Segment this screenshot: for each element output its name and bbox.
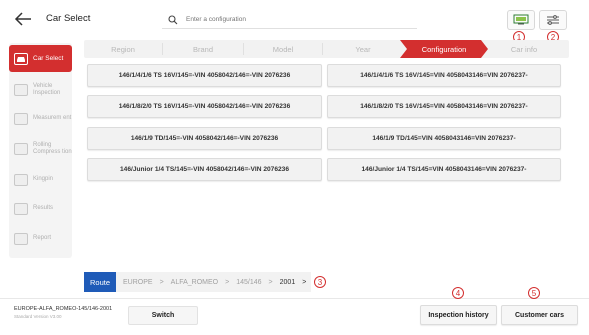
- report-icon: [14, 232, 28, 245]
- breadcrumb-separator: >: [159, 278, 164, 286]
- breadcrumb-item-region[interactable]: EUROPE: [123, 279, 153, 286]
- version-text: Standard Version V3.00: [14, 314, 62, 319]
- sidebar-item-rolling-compression[interactable]: Rolling Compress tion: [9, 135, 72, 162]
- callout-5: 5: [528, 287, 540, 299]
- sidebar-item-car-select[interactable]: Car Select: [9, 45, 72, 72]
- inspection-history-button[interactable]: Inspection history: [420, 305, 497, 325]
- selection-steps: Region Brand Model Year Configuration Ca…: [84, 40, 569, 58]
- config-option[interactable]: 146/1/9 TD/145=VIN 4058043146=VIN 207623…: [327, 127, 561, 150]
- search-box[interactable]: [162, 11, 417, 29]
- page-title: Car Select: [46, 13, 91, 24]
- filter-settings-button[interactable]: [539, 10, 567, 30]
- sidebar: Car Select Vehicle Inspection Measurem e…: [9, 43, 72, 258]
- results-icon: [14, 202, 28, 215]
- sidebar-item-label: Results: [33, 205, 54, 211]
- config-option[interactable]: 146/1/9 TD/145=-VIN 4058042/146=-VIN 207…: [87, 127, 322, 150]
- route-label[interactable]: Route: [84, 272, 117, 292]
- config-option[interactable]: 146/1/4/1/6 TS 16V/145=VIN 4058043146=VI…: [327, 64, 561, 87]
- measurement-icon: [14, 112, 28, 125]
- inspection-icon: [14, 83, 28, 96]
- config-option[interactable]: 146/1/4/1/6 TS 16V/145=-VIN 4058042/146=…: [87, 64, 322, 87]
- car-icon: [14, 52, 28, 65]
- back-arrow-icon[interactable]: [14, 11, 32, 27]
- config-option[interactable]: 146/1/8/2/0 TS 16V/145=VIN 4058043146=VI…: [327, 95, 561, 118]
- sidebar-item-label: Car Select: [33, 55, 64, 62]
- kingpin-icon: [14, 173, 28, 186]
- sidebar-item-report[interactable]: Report: [9, 225, 72, 252]
- sidebar-item-label: Vehicle Inspection: [33, 82, 61, 96]
- search-input[interactable]: [186, 16, 406, 23]
- tab-year[interactable]: Year: [323, 40, 403, 58]
- sidebar-item-measurement[interactable]: Measurem ent: [9, 105, 72, 132]
- sidebar-item-label: Report: [33, 235, 52, 241]
- config-option[interactable]: 146/Junior 1/4 TS/145=-VIN 4058042/146=-…: [87, 158, 322, 181]
- sidebar-item-kingpin[interactable]: Kingpin: [9, 166, 72, 193]
- sidebar-item-label: Measurem ent: [33, 115, 72, 121]
- breadcrumb-separator: >: [302, 278, 307, 286]
- breadcrumb-item-model[interactable]: 145/146: [236, 279, 261, 286]
- tab-model[interactable]: Model: [244, 40, 322, 58]
- breadcrumb-item-brand[interactable]: ALFA_ROMEO: [171, 279, 218, 286]
- breadcrumb-item-year[interactable]: 2001: [280, 279, 296, 286]
- breadcrumb-separator: >: [268, 278, 273, 286]
- tab-car-info[interactable]: Car info: [488, 40, 560, 58]
- search-icon: [168, 14, 178, 24]
- customer-cars-button[interactable]: Customer cars: [501, 305, 578, 325]
- tab-configuration[interactable]: Configuration: [400, 40, 488, 58]
- rolling-icon: [14, 142, 28, 155]
- callout-3: 3: [314, 276, 326, 288]
- sidebar-item-vehicle-inspection[interactable]: Vehicle Inspection: [9, 76, 72, 103]
- top-bar: Car Select 1 2: [0, 0, 589, 43]
- sliders-icon: [547, 15, 559, 25]
- sidebar-item-label: Kingpin: [33, 176, 54, 182]
- vin-scan-icon: [513, 14, 529, 25]
- callout-4: 4: [452, 287, 464, 299]
- bottom-bar: EUROPE-ALFA_ROMEO-145/146-2001 Standard …: [0, 298, 589, 335]
- config-option[interactable]: 146/1/8/2/0 TS 16V/145=-VIN 4058042/146=…: [87, 95, 322, 118]
- sidebar-item-label: Rolling Compress tion: [33, 141, 72, 155]
- sidebar-item-results[interactable]: Results: [9, 195, 72, 222]
- vin-scan-button[interactable]: [507, 10, 535, 30]
- current-vehicle-path: EUROPE-ALFA_ROMEO-145/146-2001: [14, 306, 113, 312]
- tab-region[interactable]: Region: [84, 40, 162, 58]
- breadcrumb-separator: >: [225, 278, 230, 286]
- breadcrumb: Route EUROPE > ALFA_ROMEO > 145/146 > 20…: [84, 272, 311, 292]
- config-option[interactable]: 146/Junior 1/4 TS/145=VIN 4058043146=VIN…: [327, 158, 561, 181]
- switch-button[interactable]: Switch: [128, 306, 198, 325]
- tab-brand[interactable]: Brand: [163, 40, 243, 58]
